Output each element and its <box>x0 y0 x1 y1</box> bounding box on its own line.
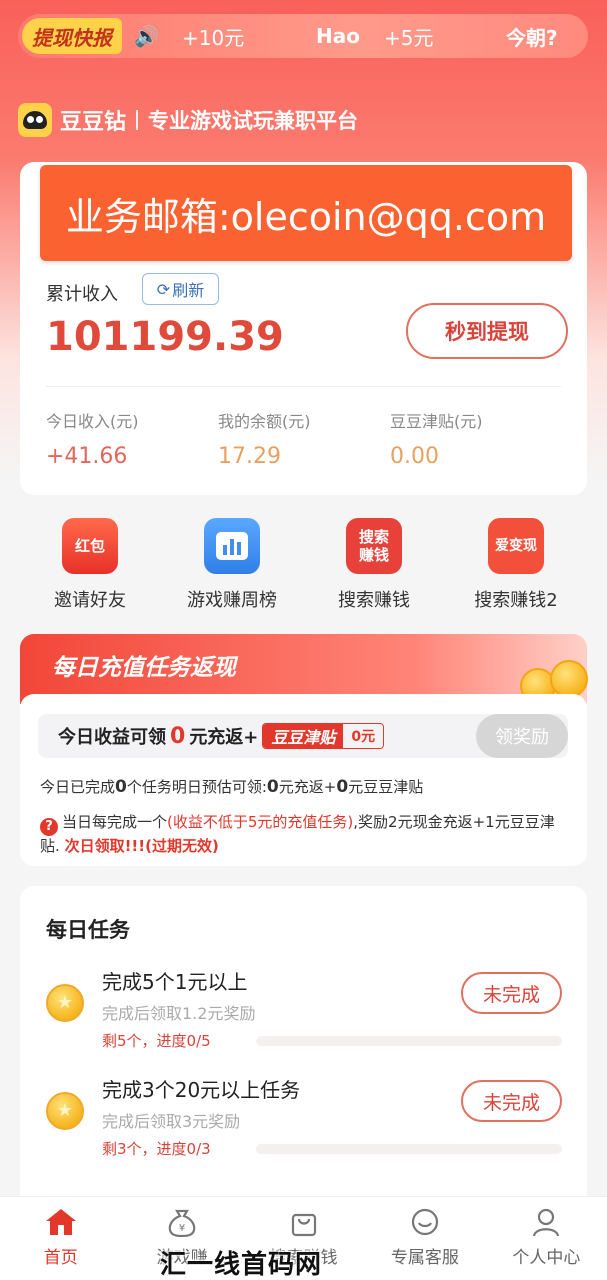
brand-logo <box>18 103 52 137</box>
forecast-count: 0 <box>115 777 127 797</box>
svg-text:¥: ¥ <box>179 1223 185 1234</box>
quick-label: 搜索赚钱2 <box>474 590 558 611</box>
shopping-bag-icon <box>291 1213 316 1237</box>
task-progress: 剩5个，进度0/5 <box>102 1032 211 1050</box>
claim-amount: 0 <box>170 723 186 749</box>
aibianxian-icon: 爱变现 <box>488 518 544 574</box>
question-icon: ? <box>40 818 58 836</box>
stat-balance: 我的余额(元) 17.29 <box>218 408 311 469</box>
bean-tag: 豆豆津贴 0元 <box>262 723 385 749</box>
rule-condition: (收益不低于5元的充值任务) <box>167 813 354 831</box>
coin-icon <box>46 1092 84 1130</box>
forecast-part: 元充返+ <box>278 778 337 796</box>
ticker-tag: 提现快报 <box>22 18 122 54</box>
task-status-button[interactable]: 未完成 <box>461 972 562 1014</box>
tasks-title: 每日任务 <box>46 918 130 942</box>
forecast-part: 元豆豆津贴 <box>348 778 424 796</box>
quick-label: 邀请好友 <box>54 590 126 611</box>
task-desc: 完成后领取3元奖励 <box>102 1112 241 1131</box>
bean-tag-label: 豆豆津贴 <box>263 724 344 748</box>
daily-tasks-card: 每日任务 完成5个1元以上 完成后领取1.2元奖励 剩5个，进度0/5 未完成 … <box>20 886 587 1206</box>
task-name: 完成5个1元以上 <box>102 970 248 994</box>
ticker-item: 今朝? <box>506 25 558 50</box>
nav-home[interactable]: 首页 <box>0 1197 121 1280</box>
forecast-part: 今日已完成 <box>40 778 116 796</box>
forecast-text: 今日已完成0个任务明日预估可领:0元充返+0元豆豆津贴 <box>40 776 423 797</box>
stat-value: 0.00 <box>390 444 439 469</box>
income-label: 累计收入 <box>46 284 118 305</box>
withdraw-button[interactable]: 秒到提现 <box>406 303 568 359</box>
quick-invite-friends[interactable]: 红包 邀请好友 <box>30 518 150 612</box>
recharge-title: 每日充值任务返现 <box>52 655 236 681</box>
ticker-item: +10元 <box>182 25 245 50</box>
rule-text: ? 当日每完成一个(收益不低于5元的充值任务),奖励2元现金充返+1元豆豆津贴. … <box>40 812 570 856</box>
bean-tag-amount: 0元 <box>351 729 376 745</box>
brand-slogan: 专业游戏试玩兼职平台 <box>148 109 359 133</box>
stat-value: 17.29 <box>218 444 281 469</box>
brand-divider <box>136 110 139 130</box>
quick-label: 游戏赚周榜 <box>187 590 277 611</box>
email-banner: 业务邮箱:olecoin@qq.com <box>40 165 572 261</box>
watermark: 汇一线首码网 www.huiyixian.com <box>160 1250 323 1280</box>
income-total: 101199.39 <box>46 314 284 360</box>
stat-label: 豆豆津贴(元) <box>390 412 483 431</box>
task-item: 完成5个1元以上 完成后领取1.2元奖励 剩5个，进度0/5 未完成 <box>20 966 587 1066</box>
task-item: 完成3个20元以上任务 完成后领取3元奖励 剩3个，进度0/3 未完成 <box>20 1074 587 1174</box>
refresh-label: 刷新 <box>172 281 205 300</box>
stat-today-income: 今日收入(元) +41.66 <box>46 408 139 469</box>
brand-name: 豆豆钻 <box>60 110 127 135</box>
speaker-icon: 🔊 <box>134 24 159 48</box>
ticker-item: Hao <box>316 24 360 48</box>
task-name: 完成3个20元以上任务 <box>102 1078 301 1102</box>
stat-value: +41.66 <box>46 444 128 469</box>
stat-allowance: 豆豆津贴(元) 0.00 <box>390 408 483 469</box>
ticker-item: +5元 <box>384 25 434 50</box>
task-status-button[interactable]: 未完成 <box>461 1080 562 1122</box>
quick-label: 搜索赚钱 <box>338 590 410 611</box>
forecast-bean: 0 <box>336 777 349 797</box>
quick-search-earn[interactable]: 搜索 赚钱 搜索赚钱 <box>314 518 434 612</box>
task-progress-bar <box>256 1144 562 1154</box>
refresh-icon: ⟳ <box>156 279 171 299</box>
forecast-cash: 0 <box>266 777 279 797</box>
divider <box>46 386 561 387</box>
claim-suffix: 元充返+ <box>189 727 259 748</box>
claim-reward-button[interactable]: 领奖励 <box>476 714 568 758</box>
stat-label: 我的余额(元) <box>218 412 311 431</box>
nav-label: 首页 <box>43 1248 78 1268</box>
recharge-card: 今日收益可领 0 元充返+ 豆豆津贴 0元 领奖励 今日已完成0个任务明日预估可… <box>20 694 587 866</box>
task-progress: 剩3个，进度0/3 <box>102 1140 211 1158</box>
rule-part: 当日每完成一个 <box>62 813 168 831</box>
quick-search-earn-2[interactable]: 爱变现 搜索赚钱2 <box>456 518 576 612</box>
task-desc: 完成后领取1.2元奖励 <box>102 1004 256 1023</box>
refresh-button[interactable]: ⟳ 刷新 <box>142 273 219 305</box>
rule-deadline: 次日领取!!!(过期无效) <box>64 837 219 855</box>
money-bag-icon: ¥ <box>168 1209 196 1237</box>
coin-icon <box>550 660 588 698</box>
task-progress-bar <box>256 1036 562 1046</box>
home-icon <box>45 1209 76 1235</box>
search-earn-icon: 搜索 赚钱 <box>346 518 402 574</box>
bar-chart-icon <box>204 518 260 574</box>
forecast-part: 个任务明日预估可领: <box>126 778 267 796</box>
person-icon <box>533 1208 560 1237</box>
red-packet-icon: 红包 <box>62 518 118 574</box>
coin-icon <box>46 984 84 1022</box>
income-card: 业务邮箱:olecoin@qq.com 累计收入 ⟳ 刷新 101199.39 … <box>20 162 587 495</box>
service-chat-icon <box>411 1208 439 1236</box>
withdraw-ticker: 提现快报 🔊 +10元 Hao +5元 今朝? <box>18 14 588 58</box>
claim-prefix: 今日收益可领 <box>58 727 166 748</box>
stat-label: 今日收入(元) <box>46 412 139 431</box>
quick-game-weekly-rank[interactable]: 游戏赚周榜 <box>172 518 292 612</box>
brand-header: 豆豆钻 专业游戏试玩兼职平台 <box>18 102 358 138</box>
